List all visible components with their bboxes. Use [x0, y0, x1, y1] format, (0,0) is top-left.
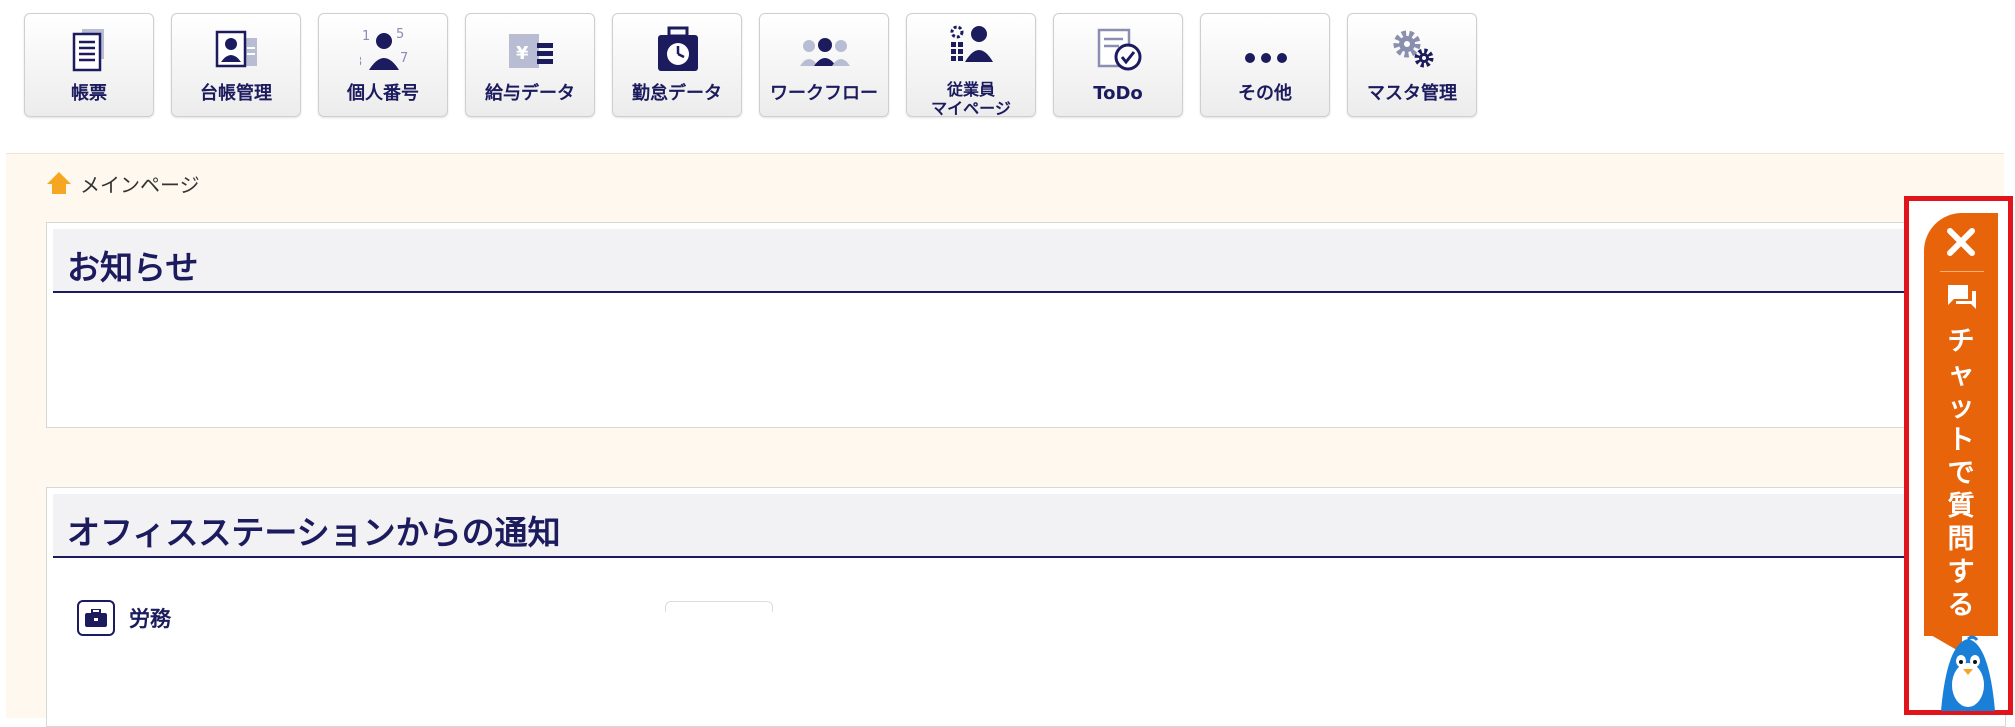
document-list-icon — [72, 29, 104, 72]
chat-label-char: ッ — [1947, 392, 1975, 423]
toolbar-button-my-number[interactable]: 1 5 3 7 個人番号 — [318, 13, 448, 117]
id-card-icon — [215, 30, 257, 68]
toolbar-button-label: 給与データ — [485, 83, 575, 104]
people-flow-icon — [800, 38, 850, 66]
label-line-1: 従業員 — [946, 80, 995, 99]
svg-text:¥: ¥ — [516, 43, 529, 64]
breadcrumb-current-page[interactable]: メインページ — [80, 169, 200, 198]
notification-tab[interactable] — [665, 601, 773, 612]
clock-bag-icon — [658, 26, 698, 71]
svg-text:7: 7 — [400, 51, 408, 66]
office-station-panel-title: オフィスステーションからの通知 — [67, 513, 561, 552]
toolbar-button-label: 従業員 マイページ — [907, 80, 1035, 118]
chat-label-char: ャ — [1947, 359, 1975, 390]
labor-category[interactable]: 労務 — [77, 600, 171, 636]
chat-bubble-icon — [1948, 285, 1976, 309]
toolbar-button-label: その他 — [1238, 83, 1292, 104]
gears-icon — [1393, 30, 1434, 68]
label-line-2: マイページ — [931, 99, 1011, 118]
toolbar-button-workflow[interactable]: ワークフロー — [759, 13, 889, 117]
chat-open-button[interactable]: チ ャ ッ ト で 質 問 す る — [1924, 213, 1998, 636]
svg-text:5: 5 — [396, 27, 404, 42]
notices-panel: お知らせ — [46, 222, 2006, 428]
chat-label-char: ト — [1947, 425, 1975, 456]
office-station-panel-header: オフィスステーションからの通知 — [53, 494, 2005, 558]
penguin-mascot-icon[interactable] — [1937, 635, 1999, 711]
toolbar-button-label: ワークフロー — [770, 83, 878, 104]
labor-category-label: 労務 — [129, 607, 171, 631]
notices-panel-title: お知らせ — [67, 248, 199, 287]
toolbar-button-label: 台帳管理 — [200, 83, 272, 104]
person-number-icon: 1 5 3 7 — [360, 27, 408, 70]
breadcrumb: メインページ — [46, 168, 200, 198]
svg-text:3: 3 — [360, 55, 362, 70]
svg-text:1: 1 — [362, 29, 370, 44]
toolbar-button-ledger[interactable]: 台帳管理 — [171, 13, 301, 117]
toolbar-button-label: 個人番号 — [347, 83, 419, 104]
toolbar-button-attendance[interactable]: 勤怠データ — [612, 13, 742, 117]
more-dots-icon — [1245, 53, 1287, 63]
close-icon[interactable] — [1924, 219, 1998, 265]
chat-label-char: チ — [1947, 326, 1975, 357]
toolbar-button-label: ToDo — [1093, 83, 1143, 104]
chat-label-char: る — [1947, 590, 1975, 621]
chat-label-char: で — [1947, 458, 1975, 489]
chat-label: チ ャ ッ ト で 質 問 す る — [1939, 325, 1983, 622]
employee-gear-icon — [950, 25, 993, 62]
toolbar-button-master[interactable]: マスタ管理 — [1347, 13, 1477, 117]
toolbar-button-label: 勤怠データ — [632, 83, 722, 104]
checklist-icon — [1097, 28, 1142, 71]
yen-envelope-icon: ¥ — [509, 34, 553, 68]
toolbar-button-employee-mypage[interactable]: 従業員 マイページ — [906, 13, 1036, 118]
toolbar-button-label: 帳票 — [71, 83, 107, 104]
chat-widget: チ ャ ッ ト で 質 問 す る — [1904, 196, 2013, 715]
notices-panel-header: お知らせ — [53, 229, 2005, 293]
office-station-panel: オフィスステーションからの通知 労務 — [46, 487, 2006, 727]
chat-divider — [1940, 271, 1984, 272]
toolbar-button-other[interactable]: その他 — [1200, 13, 1330, 117]
briefcase-icon — [77, 600, 115, 636]
main-content: メインページ お知らせ オフィスステーションからの通知 労務 — [6, 153, 2006, 727]
chat-label-char: 問 — [1947, 524, 1975, 555]
toolbar-button-label: マスタ管理 — [1367, 83, 1457, 104]
chat-label-char: 質 — [1947, 491, 1975, 522]
toolbar-button-payroll[interactable]: ¥ 給与データ — [465, 13, 595, 117]
toolbar-button-todo[interactable]: ToDo — [1053, 13, 1183, 117]
chat-label-char: す — [1947, 557, 1975, 588]
toolbar-button-forms[interactable]: 帳票 — [24, 13, 154, 117]
home-icon[interactable] — [46, 170, 72, 196]
